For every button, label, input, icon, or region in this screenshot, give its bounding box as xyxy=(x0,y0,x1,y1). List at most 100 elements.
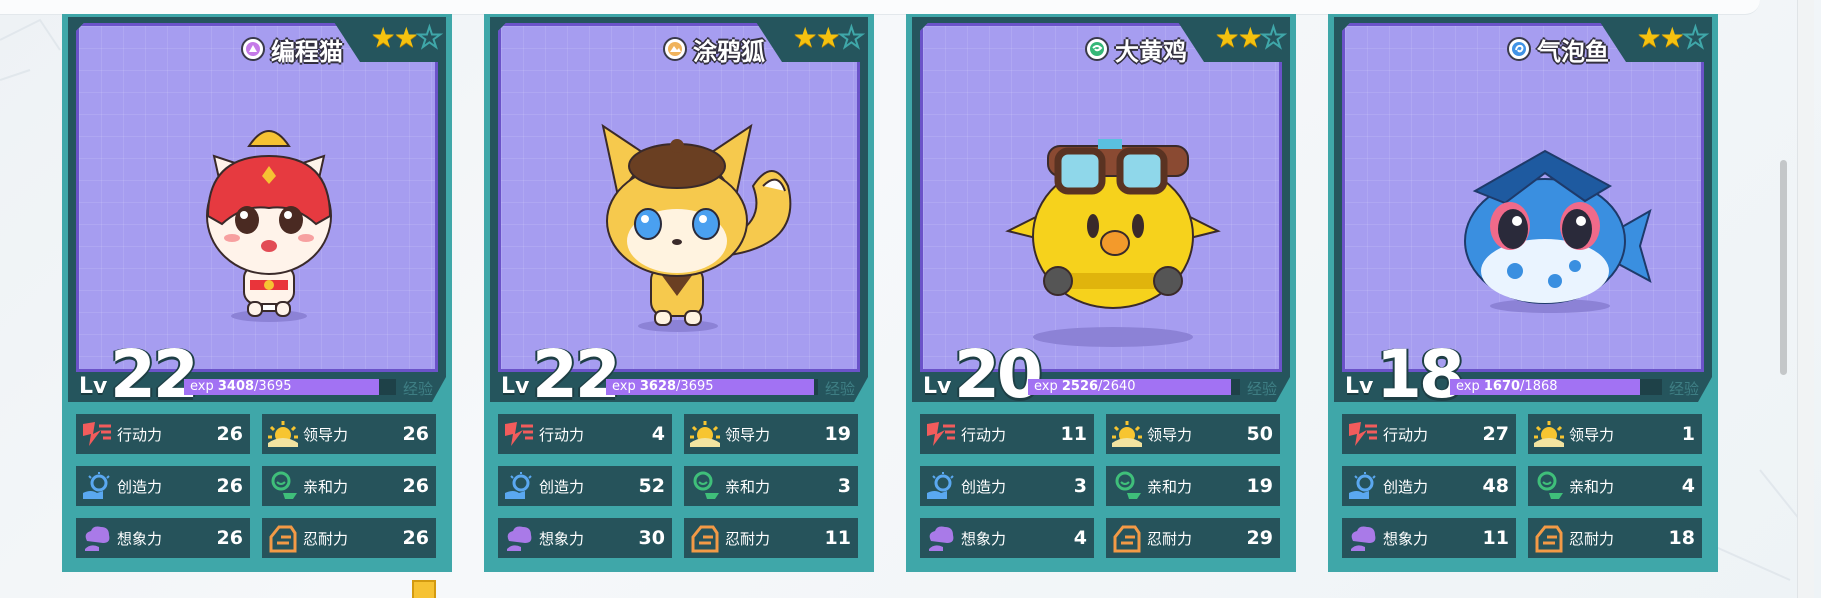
exp-caption: 经验 xyxy=(1669,380,1700,398)
character-portrait xyxy=(920,23,1282,372)
scrollbar-track[interactable] xyxy=(1797,0,1814,598)
character-card[interactable]: ★★★ 大黄鸡 Lv 20 exp 2526/2640 经验 行动力 11 领导… xyxy=(906,14,1296,572)
affinity-icon xyxy=(1110,469,1144,503)
stat-value: 26 xyxy=(216,475,243,497)
stat-endurance: 忍耐力 29 xyxy=(1106,518,1280,558)
endurance-icon xyxy=(1532,521,1566,555)
level-row: Lv 18 exp 1670/1868 经验 xyxy=(1342,342,1707,408)
scroll-indicator-icon xyxy=(412,580,436,598)
exp-caption: 经验 xyxy=(825,380,856,398)
stat-value: 30 xyxy=(638,527,665,549)
exp-progress-bar: exp 3628/3695 xyxy=(606,379,818,395)
stat-value: 26 xyxy=(402,527,429,549)
stat-creativity: 创造力 26 xyxy=(76,466,250,506)
exp-progress-bar: exp 1670/1868 xyxy=(1450,379,1662,395)
stat-label: 创造力 xyxy=(539,477,585,496)
affinity-icon xyxy=(688,469,722,503)
exp-text: exp 3628/3695 xyxy=(612,379,714,395)
stat-affinity: 亲和力 26 xyxy=(262,466,436,506)
affinity-icon xyxy=(1532,469,1566,503)
stat-value: 48 xyxy=(1482,475,1509,497)
character-name-row: 气泡鱼 xyxy=(1448,32,1668,66)
stat-label: 想象力 xyxy=(117,529,163,548)
stat-leadership: 领导力 1 xyxy=(1528,414,1702,454)
exp-text: exp 1670/1868 xyxy=(1456,379,1558,395)
level-row: Lv 22 exp 3408/3695 经验 xyxy=(76,342,441,408)
stat-value: 19 xyxy=(1246,475,1273,497)
stat-value: 50 xyxy=(1246,423,1273,445)
stat-label: 领导力 xyxy=(1147,425,1193,444)
stat-label: 行动力 xyxy=(117,425,163,444)
exp-progress-bar: exp 3408/3695 xyxy=(184,379,396,395)
stat-label: 亲和力 xyxy=(303,477,349,496)
character-portrait xyxy=(1342,23,1704,372)
level-number: 20 xyxy=(954,336,1043,413)
stat-label: 忍耐力 xyxy=(303,529,349,548)
stat-imagination: 想象力 4 xyxy=(920,518,1094,558)
pink-circle-triangle-icon xyxy=(241,37,265,61)
stat-value: 11 xyxy=(1482,527,1509,549)
stat-creativity: 创造力 48 xyxy=(1342,466,1516,506)
stat-endurance: 忍耐力 26 xyxy=(262,518,436,558)
action-icon xyxy=(502,417,536,451)
level-prefix: Lv xyxy=(79,374,108,399)
star-empty-icon: ★ xyxy=(1682,21,1709,54)
stat-label: 行动力 xyxy=(961,425,1007,444)
stat-value: 4 xyxy=(1073,527,1087,549)
character-portrait xyxy=(498,23,860,372)
level-number: 22 xyxy=(532,336,621,413)
exp-prefix: exp xyxy=(190,379,214,394)
character-name-row: 涂鸦狐 xyxy=(604,32,824,66)
character-name: 涂鸦狐 xyxy=(693,37,765,66)
top-panel-edge xyxy=(0,0,1760,15)
character-card[interactable]: ★★★ 涂鸦狐 Lv 22 exp 3628/3695 经验 行动力 4 领导力… xyxy=(484,14,874,572)
stat-value: 26 xyxy=(402,475,429,497)
stat-affinity: 亲和力 4 xyxy=(1528,466,1702,506)
stat-value: 11 xyxy=(1060,423,1087,445)
stat-leadership: 领导力 26 xyxy=(262,414,436,454)
level-prefix: Lv xyxy=(1345,374,1374,399)
stat-endurance: 忍耐力 11 xyxy=(684,518,858,558)
stat-value: 19 xyxy=(824,423,851,445)
creativity-icon xyxy=(502,469,536,503)
exp-prefix: exp xyxy=(1034,379,1058,394)
stat-label: 亲和力 xyxy=(1569,477,1615,496)
exp-text: exp 2526/2640 xyxy=(1034,379,1136,395)
endurance-icon xyxy=(688,521,722,555)
character-name: 气泡鱼 xyxy=(1537,37,1609,66)
star-empty-icon: ★ xyxy=(1260,21,1287,54)
stat-leadership: 领导力 50 xyxy=(1106,414,1280,454)
exp-total: /2640 xyxy=(1098,379,1136,394)
stat-imagination: 想象力 26 xyxy=(76,518,250,558)
stat-value: 4 xyxy=(1681,475,1695,497)
exp-prefix: exp xyxy=(1456,379,1480,394)
orange-mountain-icon xyxy=(663,37,687,61)
stat-action: 行动力 26 xyxy=(76,414,250,454)
star-empty-icon: ★ xyxy=(838,21,865,54)
stat-label: 创造力 xyxy=(961,477,1007,496)
stat-value: 11 xyxy=(824,527,851,549)
stat-label: 行动力 xyxy=(539,425,585,444)
leadership-icon xyxy=(1110,417,1144,451)
level-prefix: Lv xyxy=(923,374,952,399)
stat-creativity: 创造力 52 xyxy=(498,466,672,506)
character-card[interactable]: ★★★ 气泡鱼 Lv 18 exp 1670/1868 经验 行动力 27 领导… xyxy=(1328,14,1718,572)
fox-character-sprite xyxy=(601,123,792,332)
leadership-icon xyxy=(688,417,722,451)
exp-total: /1868 xyxy=(1520,379,1558,394)
blue-water-swirl-icon xyxy=(1507,37,1531,61)
character-card[interactable]: ★★★ 编程猫 Lv 22 exp 3408/3695 经验 行动力 26 领导… xyxy=(62,14,452,572)
character-portrait xyxy=(76,23,438,372)
stat-label: 创造力 xyxy=(117,477,163,496)
creativity-icon xyxy=(924,469,958,503)
stat-value: 4 xyxy=(651,423,665,445)
exp-prefix: exp xyxy=(612,379,636,394)
stat-imagination: 想象力 30 xyxy=(498,518,672,558)
stat-value: 18 xyxy=(1668,527,1695,549)
star-empty-icon: ★ xyxy=(416,21,443,54)
bubble-fish-character-sprite xyxy=(1464,149,1652,313)
stat-value: 26 xyxy=(216,527,243,549)
scrollbar-thumb[interactable] xyxy=(1780,160,1787,375)
stat-label: 领导力 xyxy=(303,425,349,444)
stat-label: 想象力 xyxy=(961,529,1007,548)
